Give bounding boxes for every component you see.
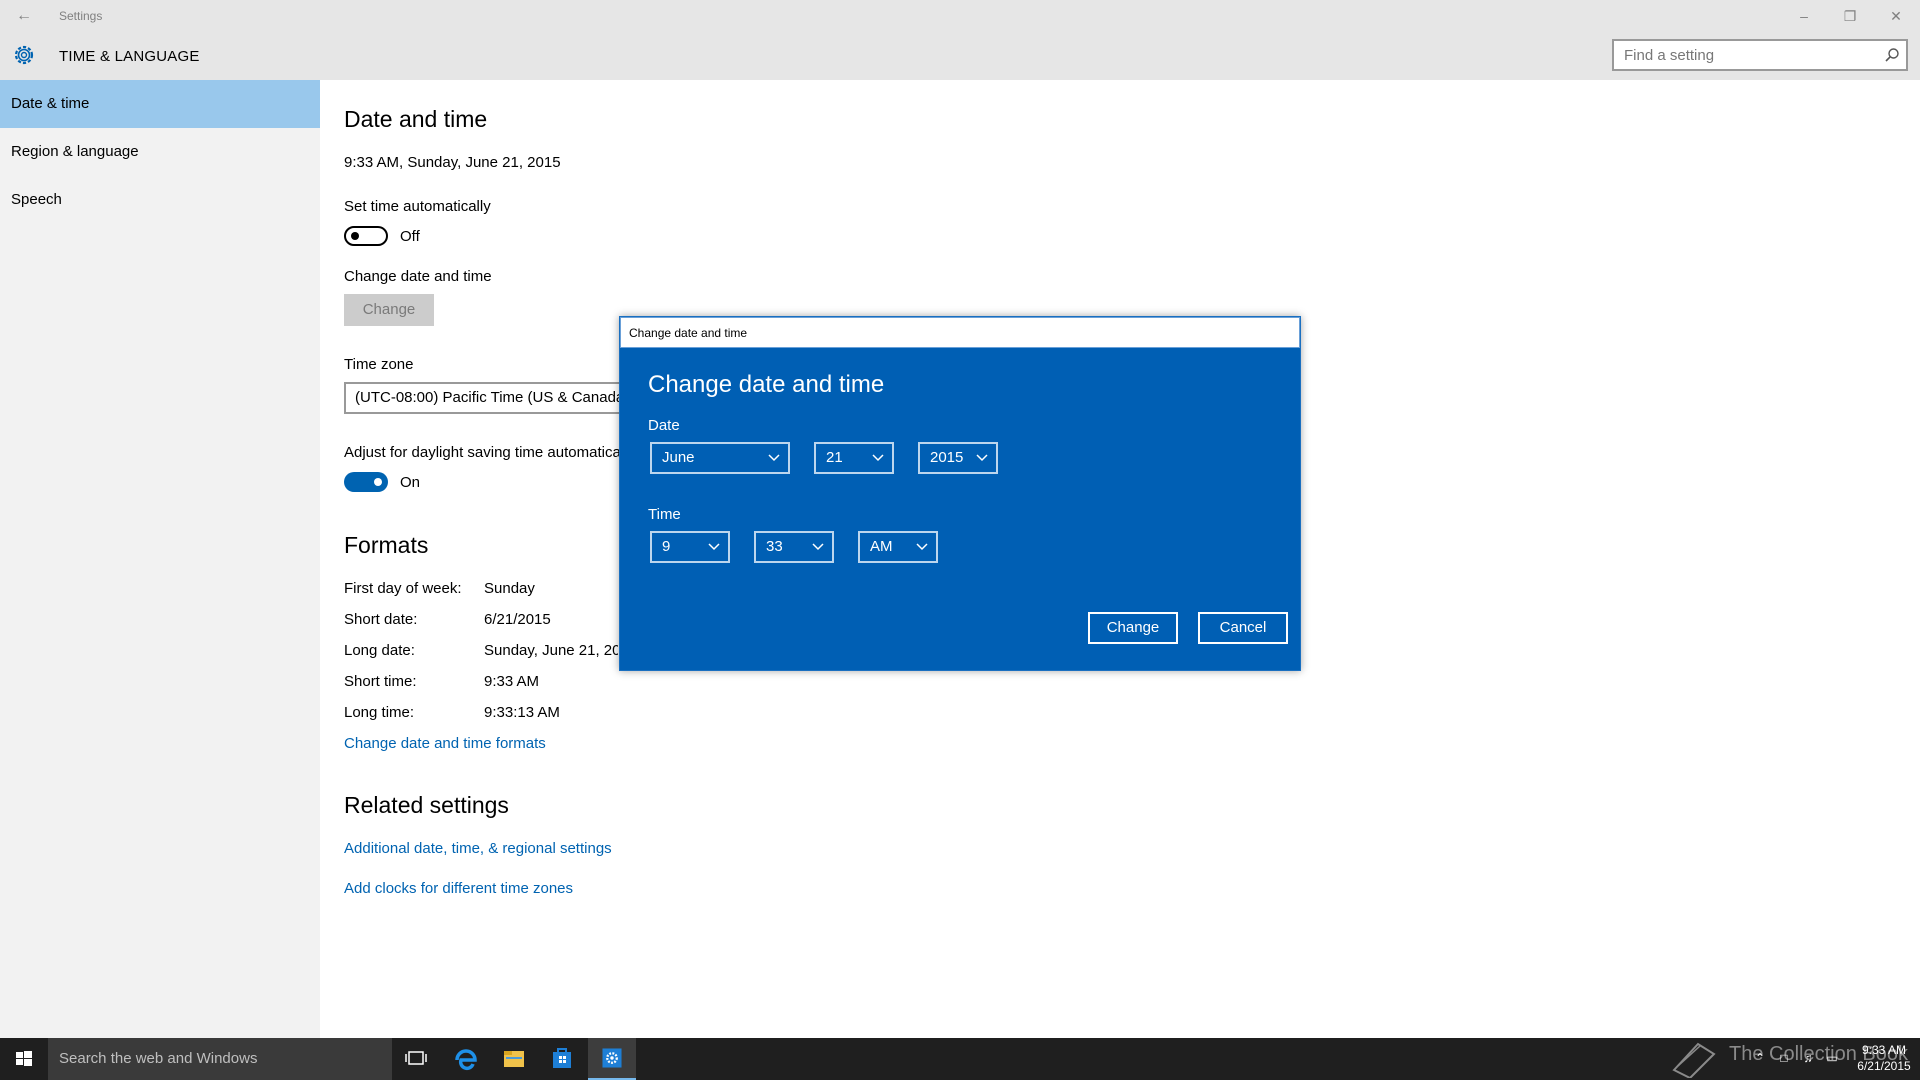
- clock-date: 6/21/2015: [1857, 1059, 1911, 1073]
- ampm-dropdown[interactable]: AM: [858, 531, 938, 563]
- taskbar-search-box[interactable]: Search the web and Windows: [48, 1038, 392, 1080]
- minimize-button[interactable]: –: [1781, 4, 1827, 28]
- time-label: Time: [648, 506, 681, 523]
- close-button[interactable]: ✕: [1873, 4, 1919, 28]
- dialog-title-bar: Change date and time: [620, 317, 1300, 348]
- settings-header: TIME & LANGUAGE Find a setting: [0, 32, 1920, 80]
- format-label: Short date:: [344, 611, 418, 628]
- timezone-label: Time zone: [344, 356, 414, 373]
- change-formats-link[interactable]: Change date and time formats: [344, 735, 546, 752]
- windows-start-icon[interactable]: [0, 1038, 48, 1080]
- title-bar: ← Settings – ❐ ✕: [0, 0, 1920, 32]
- task-view-icon[interactable]: [392, 1038, 440, 1080]
- format-value: Sunday, June 21, 2015: [484, 642, 618, 659]
- related-settings-title: Related settings: [344, 792, 509, 818]
- minute-value: 33: [766, 538, 783, 555]
- format-value: Sunday: [484, 580, 535, 597]
- taskbar-clock[interactable]: 9:33 AM 6/21/2015: [1854, 1042, 1914, 1074]
- format-value: 9:33 AM: [484, 673, 540, 690]
- clock-time: 9:33 AM: [1861, 1043, 1907, 1057]
- page-title: Date and time: [344, 106, 488, 132]
- format-label: Short time:: [344, 673, 417, 690]
- settings-app-icon[interactable]: [588, 1038, 636, 1080]
- network-icon[interactable]: □: [1776, 1051, 1792, 1067]
- change-date-time-label: Change date and time: [344, 268, 492, 285]
- restore-button[interactable]: ❐: [1827, 4, 1873, 28]
- sidebar-item-date-time[interactable]: Date & time: [0, 80, 320, 128]
- month-value: June: [662, 449, 695, 466]
- format-label: First day of week:: [344, 580, 462, 597]
- taskbar-search-placeholder: Search the web and Windows: [59, 1050, 258, 1067]
- sidebar-item-region-language[interactable]: Region & language: [0, 128, 320, 176]
- add-clocks-link[interactable]: Add clocks for different time zones: [344, 880, 573, 897]
- chevron-down-icon: [916, 543, 928, 551]
- back-arrow-icon[interactable]: ←: [14, 6, 34, 26]
- day-dropdown[interactable]: 21: [814, 442, 894, 474]
- find-setting-search[interactable]: Find a setting: [1612, 39, 1908, 71]
- set-time-auto-state: Off: [400, 228, 420, 245]
- sidebar-item-speech[interactable]: Speech: [0, 176, 320, 224]
- dialog-change-button[interactable]: Change: [1088, 612, 1178, 644]
- dst-toggle[interactable]: [344, 472, 388, 492]
- search-icon[interactable]: [1884, 47, 1900, 63]
- minute-dropdown[interactable]: 33: [754, 531, 834, 563]
- dialog-heading: Change date and time: [648, 371, 885, 398]
- store-icon[interactable]: [538, 1038, 586, 1080]
- current-datetime: 9:33 AM, Sunday, June 21, 2015: [344, 154, 561, 171]
- change-date-time-dialog: Change date and time Change date and tim…: [619, 316, 1301, 671]
- dialog-cancel-button[interactable]: Cancel: [1198, 612, 1288, 644]
- hour-value: 9: [662, 538, 671, 555]
- chevron-down-icon: [976, 454, 988, 462]
- chevron-down-icon: [812, 543, 824, 551]
- chevron-down-icon: [708, 543, 720, 551]
- date-label: Date: [648, 417, 680, 434]
- chevron-down-icon: [872, 454, 884, 462]
- chevron-up-icon[interactable]: ⌃: [1752, 1051, 1768, 1067]
- year-dropdown[interactable]: 2015: [918, 442, 998, 474]
- year-value: 2015: [930, 449, 964, 466]
- gear-icon: [14, 45, 34, 65]
- hour-dropdown[interactable]: 9: [650, 531, 730, 563]
- chevron-down-icon: [768, 454, 780, 462]
- search-placeholder: Find a setting: [1624, 47, 1715, 64]
- dialog-window-title: Change date and time: [629, 326, 748, 340]
- window-title: Settings: [59, 9, 103, 23]
- set-time-auto-toggle[interactable]: [344, 226, 388, 246]
- timezone-dropdown[interactable]: (UTC-08:00) Pacific Time (US & Canada): [344, 382, 654, 414]
- format-value: 6/21/2015: [484, 611, 551, 628]
- dst-label: Adjust for daylight saving time automati…: [344, 444, 619, 461]
- file-explorer-icon[interactable]: [490, 1038, 538, 1080]
- format-label: Long date:: [344, 642, 415, 659]
- additional-settings-link[interactable]: Additional date, time, & regional settin…: [344, 840, 612, 857]
- volume-icon[interactable]: ♫: [1800, 1051, 1816, 1067]
- format-value: 9:33:13 AM: [484, 704, 560, 721]
- sidebar: Date & time Region & language Speech: [0, 80, 320, 1038]
- set-time-auto-label: Set time automatically: [344, 198, 491, 215]
- section-title: TIME & LANGUAGE: [59, 48, 200, 65]
- format-label: Long time:: [344, 704, 415, 721]
- ampm-value: AM: [870, 538, 893, 555]
- book-watermark-icon: [1672, 1042, 1716, 1078]
- notifications-icon[interactable]: ▭: [1824, 1051, 1840, 1067]
- dst-state: On: [400, 474, 421, 491]
- formats-title: Formats: [344, 532, 429, 558]
- edge-browser-icon[interactable]: [442, 1038, 490, 1080]
- month-dropdown[interactable]: June: [650, 442, 790, 474]
- taskbar: Search the web and Windows The Collectio…: [0, 1038, 1920, 1080]
- day-value: 21: [826, 449, 843, 466]
- change-button-disabled[interactable]: Change: [344, 294, 434, 326]
